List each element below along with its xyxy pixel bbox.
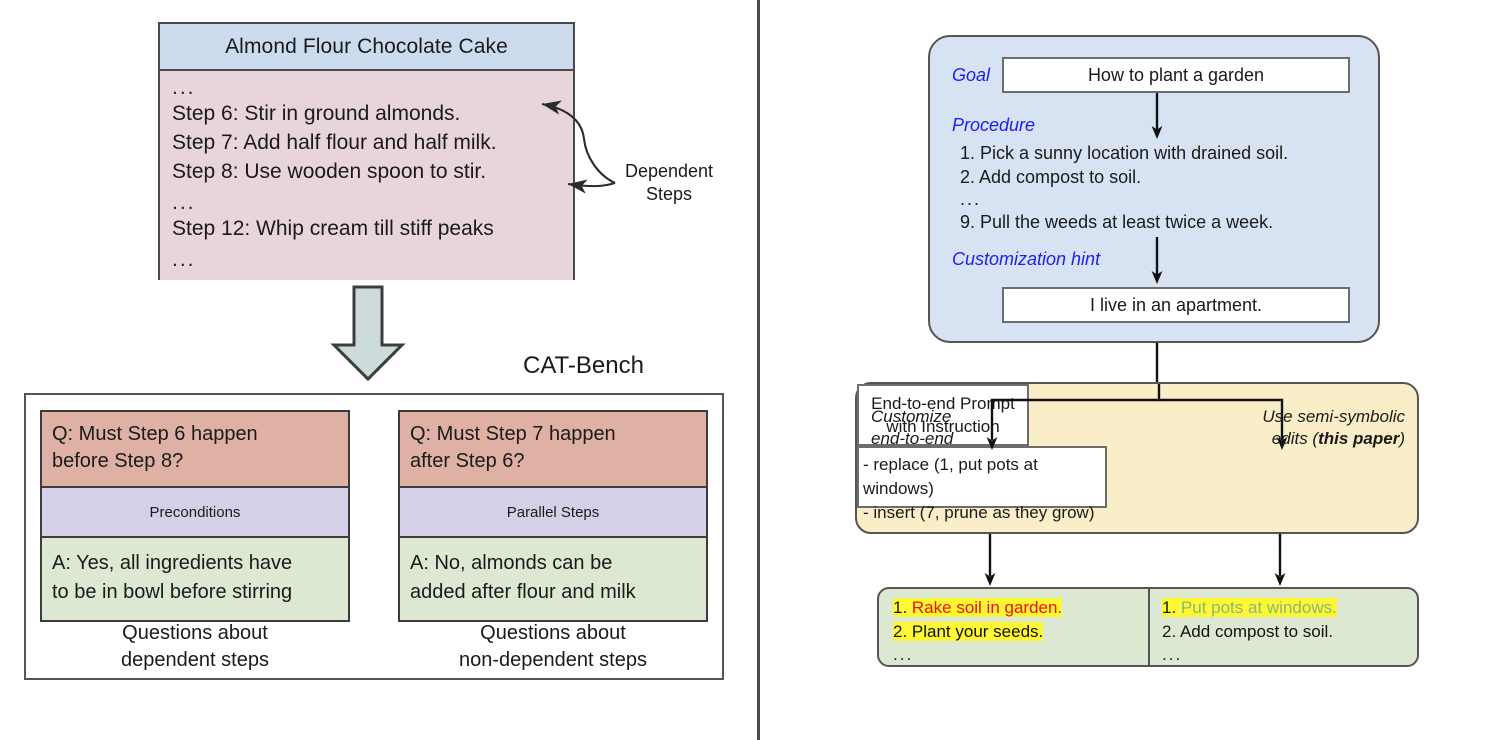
output-right-ellipsis: ... [1162, 645, 1183, 664]
recipe-ellipsis-top: ... [172, 76, 196, 99]
output-semi-symbolic: 1. Put pots at windows. 2. Add compost t… [1148, 589, 1417, 665]
qa-question-line2: after Step 6? [410, 450, 525, 472]
dependent-steps-label-line1: Dependent [624, 161, 714, 181]
dependent-steps-label: Dependent Steps [614, 160, 724, 206]
qa-type-badge-parallel-steps: Parallel Steps [400, 488, 706, 538]
output-right-line2-text: Add compost to soil. [1179, 622, 1334, 641]
customize-end-to-end-label: Customize end-to-end [871, 406, 953, 450]
customize-label-line1: Customize [871, 407, 952, 426]
catbench-container: Q: Must Step 6 happen before Step 8? Pre… [24, 393, 724, 680]
output-right-line1-text: Put pots at windows. [1180, 598, 1337, 617]
recipe-card: Almond Flour Chocolate Cake ... Step 6: … [158, 22, 575, 280]
qa-card-dependent: Q: Must Step 6 happen before Step 8? Pre… [40, 410, 350, 622]
qa-caption-line2: dependent steps [121, 649, 269, 671]
recipe-ellipsis-mid: ... [172, 191, 196, 214]
output-right-line1: 1. Put pots at windows. [1162, 596, 1417, 620]
recipe-title: Almond Flour Chocolate Cake [160, 24, 573, 71]
qa-answer-line2: added after flour and milk [410, 581, 636, 603]
recipe-step-8: Step 8: Use wooden spoon to stir. [172, 160, 487, 183]
semi-symbolic-label-line2-prefix: edits ( [1271, 429, 1319, 448]
panel-divider [757, 0, 760, 740]
catbench-title: CAT-Bench [523, 352, 644, 379]
arrow-procedure-to-hint [1151, 237, 1163, 284]
output-left-line1-num: 1. [893, 598, 912, 617]
procedure-step-9: 9. Pull the weeds at least twice a week. [960, 212, 1274, 232]
semi-symbolic-label-line2-suffix: ) [1399, 429, 1405, 448]
output-left-ellipsis: ... [893, 645, 914, 664]
output-left-line2-text: Plant your seeds. [911, 622, 1044, 641]
qa-question-non-dependent: Q: Must Step 7 happen after Step 6? [400, 412, 706, 488]
qa-caption-non-dependent: Questions about non-dependent steps [398, 620, 708, 674]
recipe-step-12: Step 12: Whip cream till stiff peaks [172, 217, 494, 240]
semi-symbolic-edits-label: Use semi-symbolic edits (this paper) [1193, 406, 1405, 450]
connector-edits-to-output [1274, 534, 1286, 586]
output-left-line1-text: Rake soil in garden. [911, 598, 1063, 617]
output-left-line1: 1. Rake soil in garden. [893, 596, 1148, 620]
procedure-step-1: 1. Pick a sunny location with drained so… [960, 143, 1289, 163]
customization-hint-box: I live in an apartment. [1002, 287, 1350, 323]
qa-answer-line1: A: Yes, all ingredients have [52, 552, 293, 574]
goal-text-box: How to plant a garden [1002, 57, 1350, 93]
input-block: Goal How to plant a garden Procedure 1. … [928, 35, 1380, 343]
customization-hint-label: Customization hint [952, 249, 1101, 269]
output-right-line2: 2. Add compost to soil. [1162, 620, 1417, 644]
recipe-steps-list: ... Step 6: Stir in ground almonds. Step… [160, 71, 573, 280]
outputs-block: 1. Rake soil in garden. 2. Plant your se… [877, 587, 1419, 667]
qa-answer-line2: to be in bowl before stirring [52, 581, 293, 603]
qa-question-line1: Q: Must Step 6 happen [52, 423, 258, 445]
semi-symbolic-label-line1: Use semi-symbolic [1262, 407, 1405, 426]
connector-input-to-methods [1155, 343, 1159, 385]
qa-caption-dependent: Questions about dependent steps [40, 620, 350, 674]
qa-answer-non-dependent: A: No, almonds can be added after flour … [400, 538, 706, 620]
semi-symbolic-label-line2-bold: this paper [1318, 429, 1400, 448]
dependent-steps-label-line2: Steps [645, 184, 693, 204]
recipe-step-7: Step 7: Add half flour and half milk. [172, 131, 497, 154]
down-block-arrow-icon [318, 283, 418, 383]
output-right-line2-num: 2. [1162, 622, 1180, 641]
arrow-goal-to-procedure [1151, 93, 1163, 139]
qa-caption-line1: Questions about [480, 622, 626, 644]
procedure-label: Procedure [952, 115, 1036, 135]
connector-e2e-to-output [984, 534, 996, 586]
qa-question-line1: Q: Must Step 7 happen [410, 423, 616, 445]
qa-type-badge-preconditions: Preconditions [42, 488, 348, 538]
qa-answer-dependent: A: Yes, all ingredients have to be in bo… [42, 538, 348, 620]
procedure-ellipsis: ... [960, 189, 982, 209]
output-right-line1-num: 1. [1162, 598, 1181, 617]
methods-block: Customize end-to-end Use semi-symbolic e… [855, 382, 1419, 534]
output-end-to-end: 1. Rake soil in garden. 2. Plant your se… [879, 589, 1148, 665]
procedure-step-2: 2. Add compost to soil. [960, 167, 1142, 187]
outputs-divider [1148, 589, 1150, 665]
qa-card-non-dependent: Q: Must Step 7 happen after Step 6? Para… [398, 410, 708, 622]
qa-answer-line1: A: No, almonds can be [410, 552, 613, 574]
qa-caption-line1: Questions about [122, 622, 268, 644]
recipe-ellipsis-bottom: ... [172, 248, 196, 271]
edit-op-insert: - insert (7, prune as they grow) [863, 503, 1095, 522]
customize-label-line2: end-to-end [871, 429, 954, 448]
qa-caption-line2: non-dependent steps [459, 649, 647, 671]
recipe-step-6: Step 6: Stir in ground almonds. [172, 102, 461, 125]
goal-label: Goal [952, 65, 991, 85]
qa-question-line2: before Step 8? [52, 450, 184, 472]
output-left-line2: 2. Plant your seeds. [893, 620, 1148, 644]
qa-question-dependent: Q: Must Step 6 happen before Step 8? [42, 412, 348, 488]
output-left-line2-num: 2. [893, 622, 912, 641]
